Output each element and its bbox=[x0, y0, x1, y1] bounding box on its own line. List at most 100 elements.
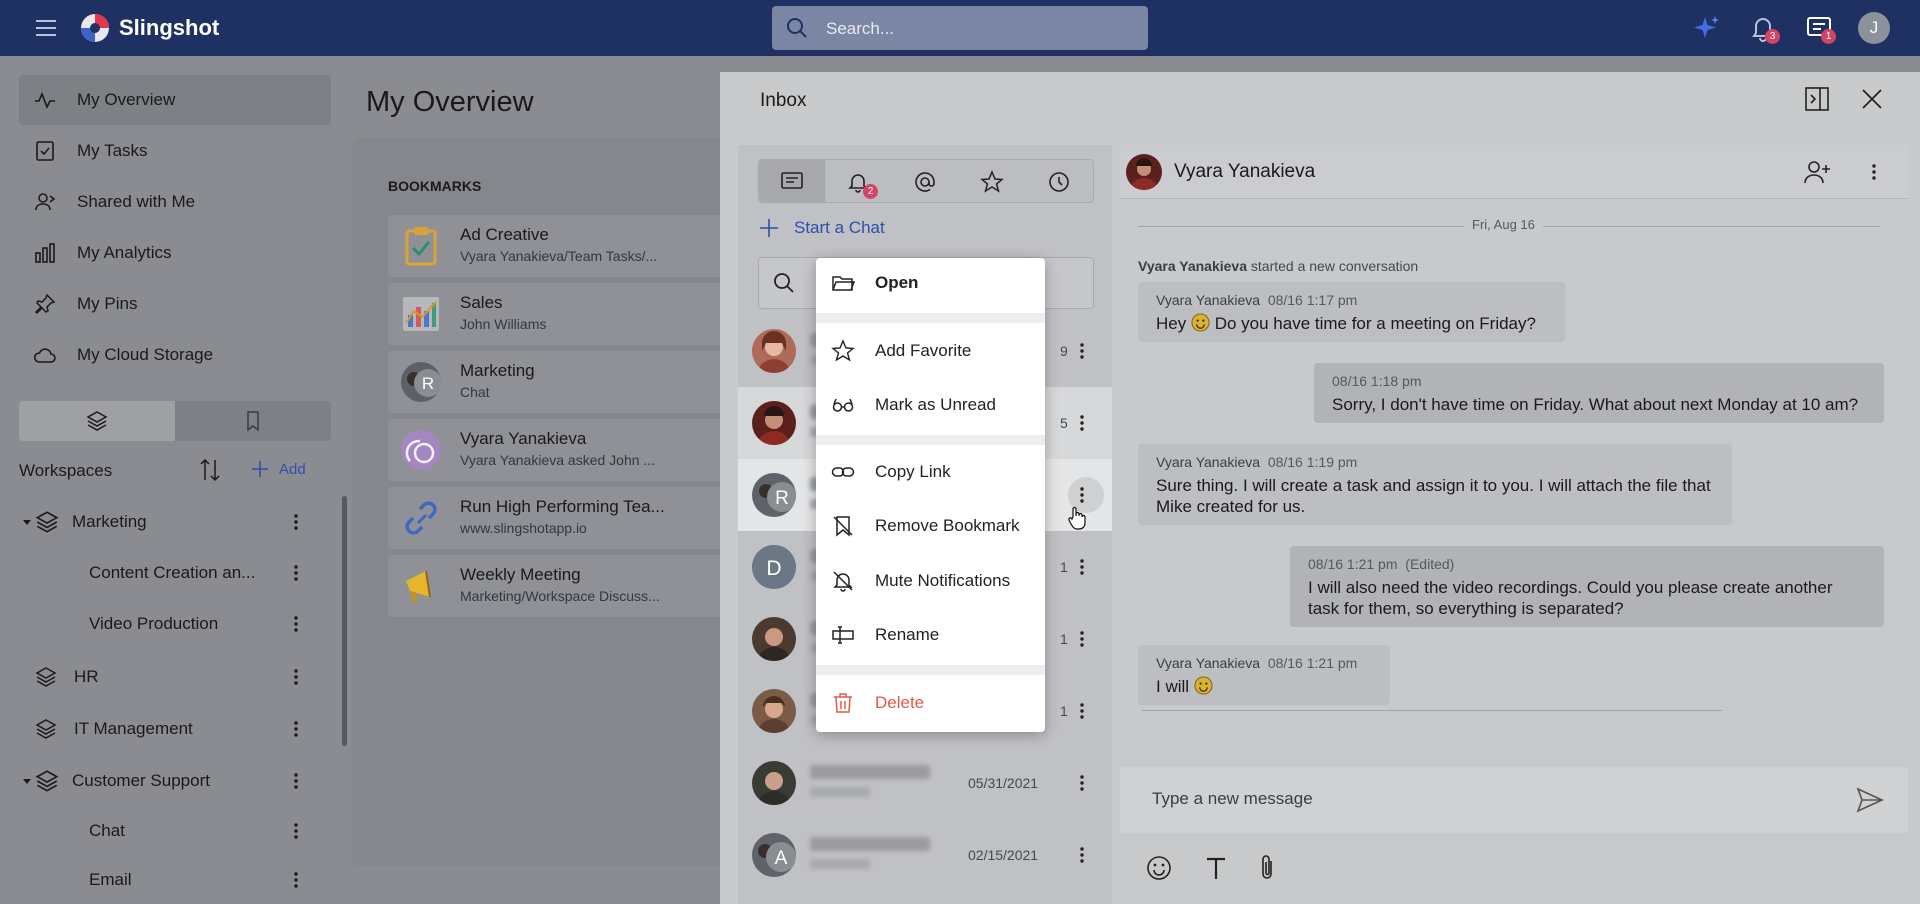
more-options-icon[interactable] bbox=[1072, 413, 1092, 433]
bookmark-card[interactable]: R Marketing Chat bbox=[388, 351, 733, 413]
bookmark-subtitle: Vyara Yanakieva asked John ... bbox=[460, 452, 656, 468]
menu-item-remove-bookmark[interactable]: Remove Bookmark bbox=[816, 501, 1045, 551]
message-author: Vyara Yanakieva bbox=[1156, 292, 1261, 308]
svg-text:R: R bbox=[775, 488, 789, 509]
menu-item-copy-link[interactable]: Copy Link bbox=[816, 447, 1045, 497]
chat-list-item[interactable]: A 02/15/2021 bbox=[738, 819, 1112, 891]
message-bubble-mine[interactable]: 08/16 1:18 pm Sorry, I don't have time o… bbox=[1314, 363, 1884, 423]
more-options-icon[interactable] bbox=[286, 719, 306, 739]
menu-separator bbox=[816, 435, 1045, 445]
more-options-icon[interactable] bbox=[286, 771, 306, 791]
chat-avatar: D bbox=[752, 545, 796, 589]
more-options-icon[interactable] bbox=[1072, 773, 1092, 793]
workspace-marketing[interactable]: Marketing bbox=[0, 498, 345, 546]
notifications-badge: 3 bbox=[1765, 29, 1780, 44]
message-bubble-mine[interactable]: 08/16 1:21 pm (Edited) I will also need … bbox=[1290, 546, 1884, 627]
more-options-icon[interactable] bbox=[1072, 629, 1092, 649]
nav-my-overview[interactable]: My Overview bbox=[19, 75, 331, 125]
message-bubble[interactable]: Vyara Yanakieva 08/16 1:17 pm Hey Do you… bbox=[1138, 282, 1565, 342]
bookmark-card[interactable]: Weekly Meeting Marketing/Workspace Discu… bbox=[388, 555, 733, 617]
chat-list-item[interactable]: 05/31/2021 bbox=[738, 747, 1112, 819]
workspace-email[interactable]: Email bbox=[0, 856, 345, 904]
tab-chats[interactable] bbox=[759, 160, 825, 202]
more-options-icon[interactable] bbox=[286, 821, 306, 841]
expand-caret-icon[interactable] bbox=[22, 517, 32, 527]
hamburger-menu-icon[interactable] bbox=[34, 16, 58, 40]
more-options-icon[interactable] bbox=[1864, 162, 1884, 182]
menu-item-open[interactable]: Open bbox=[816, 258, 1045, 308]
composer-toolbar bbox=[1120, 833, 1908, 904]
tab-mentions[interactable] bbox=[892, 160, 958, 202]
dock-panel-icon[interactable] bbox=[1804, 86, 1830, 112]
global-search-box[interactable]: Search... bbox=[772, 6, 1148, 50]
menu-item-delete[interactable]: Delete bbox=[816, 678, 1045, 728]
message-composer[interactable]: Type a new message bbox=[1120, 767, 1908, 833]
remove-bookmark-icon bbox=[831, 514, 855, 538]
tab-favorites[interactable] bbox=[959, 160, 1025, 202]
trash-icon bbox=[831, 691, 855, 715]
bookmark-card[interactable]: Vyara Yanakieva Vyara Yanakieva asked Jo… bbox=[388, 419, 733, 481]
search-icon bbox=[773, 272, 795, 294]
sidebar-scrollbar[interactable] bbox=[342, 496, 347, 746]
nav-label: My Tasks bbox=[77, 141, 148, 160]
bookmark-card[interactable]: Sales John Williams bbox=[388, 283, 733, 345]
message-bubble[interactable]: Vyara Yanakieva 08/16 1:19 pm Sure thing… bbox=[1138, 444, 1732, 525]
inbox-messages-icon[interactable]: 1 bbox=[1804, 13, 1836, 44]
message-bubble[interactable]: Vyara Yanakieva 08/16 1:21 pm I will bbox=[1138, 645, 1390, 705]
more-options-icon[interactable] bbox=[286, 870, 306, 890]
sparkle-ai-icon[interactable] bbox=[1692, 13, 1722, 43]
bookmark-card[interactable]: Run High Performing Tea... www.slingshot… bbox=[388, 487, 733, 549]
more-options-icon[interactable] bbox=[1072, 557, 1092, 577]
menu-item-add-favorite[interactable]: Add Favorite bbox=[816, 326, 1045, 376]
more-options-icon[interactable] bbox=[1072, 701, 1092, 721]
hand-cursor-icon bbox=[1067, 506, 1087, 530]
menu-item-mark-unread[interactable]: Mark as Unread bbox=[816, 380, 1045, 430]
workspace-hr[interactable]: HR bbox=[0, 653, 345, 701]
workspace-chat[interactable]: Chat bbox=[0, 807, 345, 855]
text-format-icon[interactable] bbox=[1204, 855, 1228, 881]
megaphone-icon bbox=[400, 565, 442, 607]
workspace-video-production[interactable]: Video Production bbox=[0, 600, 345, 648]
sort-icon[interactable] bbox=[198, 456, 222, 484]
tab-notifications[interactable]: 2 bbox=[825, 160, 891, 202]
more-options-icon[interactable] bbox=[1072, 341, 1092, 361]
start-chat-button[interactable]: Start a Chat bbox=[758, 217, 885, 239]
more-options-icon[interactable] bbox=[1072, 845, 1092, 865]
attachment-icon[interactable] bbox=[1256, 853, 1278, 883]
bookmarks-view-tab[interactable] bbox=[175, 401, 331, 441]
nav-shared-with-me[interactable]: Shared with Me bbox=[19, 177, 331, 227]
message-meta: 08/16 1:18 pm bbox=[1332, 373, 1866, 389]
expand-caret-icon[interactable] bbox=[22, 776, 32, 786]
send-icon[interactable] bbox=[1856, 787, 1884, 813]
workspaces-view-tab[interactable] bbox=[19, 401, 175, 441]
nav-my-tasks[interactable]: My Tasks bbox=[19, 126, 331, 176]
link-icon bbox=[400, 497, 442, 539]
bookmark-title: Marketing bbox=[460, 361, 535, 380]
add-workspace-button[interactable]: Add bbox=[250, 459, 306, 479]
more-options-icon[interactable] bbox=[286, 614, 306, 634]
close-icon[interactable] bbox=[1860, 87, 1884, 111]
more-options-icon[interactable] bbox=[1072, 485, 1092, 505]
nav-my-pins[interactable]: My Pins bbox=[19, 279, 331, 329]
emoji-icon[interactable] bbox=[1146, 855, 1172, 881]
bookmark-card[interactable]: Ad Creative Vyara Yanakieva/Team Tasks/.… bbox=[388, 215, 733, 277]
tab-recent[interactable] bbox=[1026, 160, 1092, 202]
top-bar: Slingshot Search... 3 1 J bbox=[0, 0, 1920, 56]
conversation-panel: Vyara Yanakieva Fri, Aug 16 Vyara Yanaki… bbox=[1120, 145, 1908, 904]
more-options-icon[interactable] bbox=[286, 667, 306, 687]
workspace-content-creation[interactable]: Content Creation an... bbox=[0, 549, 345, 597]
user-avatar[interactable]: J bbox=[1858, 12, 1890, 44]
workspace-customer-support[interactable]: Customer Support bbox=[0, 757, 345, 805]
more-options-icon[interactable] bbox=[286, 563, 306, 583]
chat-context-menu: Open Add Favorite Mark as Unread Copy Li… bbox=[816, 258, 1045, 732]
chat-avatar bbox=[752, 761, 796, 805]
menu-item-mute-notifications[interactable]: Mute Notifications bbox=[816, 556, 1045, 606]
workspace-label: Chat bbox=[89, 821, 125, 840]
add-participant-icon[interactable] bbox=[1803, 159, 1831, 185]
workspace-it-management[interactable]: IT Management bbox=[0, 705, 345, 753]
more-options-icon[interactable] bbox=[286, 512, 306, 532]
nav-my-analytics[interactable]: My Analytics bbox=[19, 228, 331, 278]
nav-my-cloud-storage[interactable]: My Cloud Storage bbox=[19, 330, 331, 380]
menu-item-rename[interactable]: Rename bbox=[816, 610, 1045, 660]
notifications-bell-icon[interactable]: 3 bbox=[1748, 13, 1780, 44]
